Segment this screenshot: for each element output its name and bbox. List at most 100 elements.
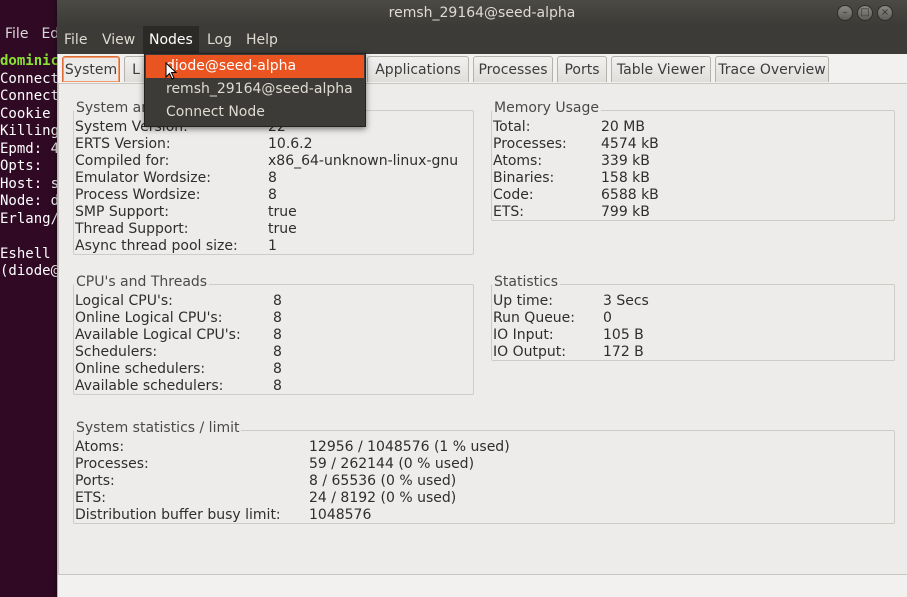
cpu-threads-group: CPU's and Threads Logical CPU's: 8 Online… <box>73 274 474 395</box>
info-key: Binaries: <box>493 170 555 186</box>
info-value: 8 <box>273 344 282 360</box>
group-title: CPU's and Threads <box>74 274 210 290</box>
info-key: ETS: <box>493 204 525 220</box>
info-value: 8 <box>273 378 282 394</box>
main-content: System L Applications Processes Ports Ta… <box>57 54 907 597</box>
system-architecture-group: System an System Version: 22 ERTS Version… <box>73 100 474 255</box>
info-key: Emulator Wordsize: <box>75 170 211 186</box>
terminal-line: Erlang/ <box>0 210 60 227</box>
terminal-menu-file[interactable]: File <box>5 26 28 42</box>
info-value: 8 <box>273 293 282 309</box>
info-value: 24 / 8192 (0 % used) <box>309 490 457 506</box>
info-key: Compiled for: <box>75 153 170 169</box>
info-key: Logical CPU's: <box>75 293 173 309</box>
info-key: Online schedulers: <box>75 361 206 377</box>
menu-nodes[interactable]: Nodes <box>143 26 199 54</box>
terminal-line: (diode@ <box>0 263 60 279</box>
info-key: Schedulers: <box>75 344 158 360</box>
info-value: 10.6.2 <box>268 136 313 152</box>
info-key: Code: <box>493 187 534 203</box>
info-value: 799 kB <box>601 204 650 220</box>
terminal-line: Cookie <box>0 105 51 122</box>
menu-file[interactable]: File <box>58 26 93 54</box>
nodes-dropdown-menu: diode@seed-alpha remsh_29164@seed-alpha … <box>144 53 366 127</box>
info-key: Async thread pool size: <box>75 238 238 254</box>
info-value: 105 B <box>603 327 644 343</box>
info-key: Thread Support: <box>75 221 189 237</box>
info-value: 8 <box>273 361 282 377</box>
info-value: 4574 kB <box>601 136 659 152</box>
info-key: Run Queue: <box>493 310 576 326</box>
info-key: Total: <box>493 119 531 135</box>
menubar: File View Nodes Log Help <box>57 26 907 54</box>
statistics-group: Statistics Up time: 3 Secs Run Queue: 0 IO… <box>491 274 895 361</box>
terminal-output: dominic Connect Connect Cookie Killing E… <box>0 53 59 281</box>
group-title: System an <box>74 100 153 116</box>
info-key: Available Logical CPU's: <box>75 327 241 343</box>
tab-system[interactable]: System <box>62 56 120 82</box>
system-limits-group: System statistics / limit Atoms: 12956 / … <box>73 420 895 524</box>
info-key: Up time: <box>493 293 553 309</box>
mouse-cursor-icon <box>165 62 177 80</box>
terminal-line: Eshell <box>0 245 51 262</box>
window-titlebar[interactable]: remsh_29164@seed-alpha – □ × <box>57 0 907 26</box>
terminal-line: Connect <box>0 88 60 104</box>
info-key: SMP Support: <box>75 204 169 220</box>
menu-log[interactable]: Log <box>201 26 238 54</box>
info-value: true <box>268 204 297 220</box>
info-value: 0 <box>603 310 612 326</box>
terminal-line: Epmd: 4 <box>0 140 60 157</box>
info-value: x86_64-unknown-linux-gnu <box>268 153 459 169</box>
info-value: 20 MB <box>601 119 645 135</box>
info-value: 339 kB <box>601 153 650 169</box>
info-value: 8 <box>273 327 282 343</box>
memory-usage-group: Memory Usage Total: 20 MB Processes: 4574 … <box>491 100 895 221</box>
info-key: Process Wordsize: <box>75 187 201 203</box>
node-item-remsh[interactable]: remsh_29164@seed-alpha <box>146 78 364 101</box>
maximize-button[interactable]: □ <box>857 5 873 21</box>
info-value: 1048576 <box>309 507 372 523</box>
group-title: Memory Usage <box>492 100 602 116</box>
terminal-line: dominic <box>0 53 60 69</box>
info-key: Atoms: <box>493 153 543 169</box>
tab-trace-overview[interactable]: Trace Overview <box>715 56 829 82</box>
window-title: remsh_29164@seed-alpha <box>388 5 576 21</box>
node-item-diode[interactable]: diode@seed-alpha <box>146 55 364 78</box>
info-key: IO Input: <box>493 327 554 343</box>
info-value: 12956 / 1048576 (1 % used) <box>309 439 510 455</box>
info-value: 158 kB <box>601 170 650 186</box>
tab-ports[interactable]: Ports <box>557 56 607 82</box>
info-value: 172 B <box>603 344 644 360</box>
info-value: 59 / 262144 (0 % used) <box>309 456 475 472</box>
terminal-line: Opts: <box>0 158 51 174</box>
info-value: 1 <box>268 238 277 254</box>
minimize-button[interactable]: – <box>837 5 853 21</box>
window-controls: – □ × <box>837 5 893 21</box>
terminal-line: Host: s <box>0 175 60 192</box>
info-key: ERTS Version: <box>75 136 171 152</box>
tab-processes[interactable]: Processes <box>473 56 553 82</box>
group-title: System statistics / limit <box>74 420 242 436</box>
tab-applications[interactable]: Applications <box>367 56 469 82</box>
info-key: Atoms: <box>75 439 125 455</box>
info-key: Ports: <box>75 473 115 489</box>
connect-node-item[interactable]: Connect Node <box>146 101 364 124</box>
close-button[interactable]: × <box>877 5 893 21</box>
group-title: Statistics <box>492 274 560 290</box>
terminal-line: Connect <box>0 70 60 87</box>
system-panel: System an System Version: 22 ERTS Version… <box>58 83 907 575</box>
tab-table-viewer[interactable]: Table Viewer <box>611 56 711 82</box>
info-value: 8 <box>268 170 277 186</box>
info-value: 3 Secs <box>603 293 649 309</box>
info-key: Online Logical CPU's: <box>75 310 223 326</box>
info-value: 6588 kB <box>601 187 659 203</box>
info-key: Processes: <box>75 456 149 472</box>
info-key: Processes: <box>493 136 567 152</box>
terminal-line: Killing <box>0 123 60 139</box>
info-key: Distribution buffer busy limit: <box>75 507 281 523</box>
info-key: Available schedulers: <box>75 378 224 394</box>
info-value: 8 <box>273 310 282 326</box>
menu-help[interactable]: Help <box>240 26 284 54</box>
menu-view[interactable]: View <box>96 26 141 54</box>
